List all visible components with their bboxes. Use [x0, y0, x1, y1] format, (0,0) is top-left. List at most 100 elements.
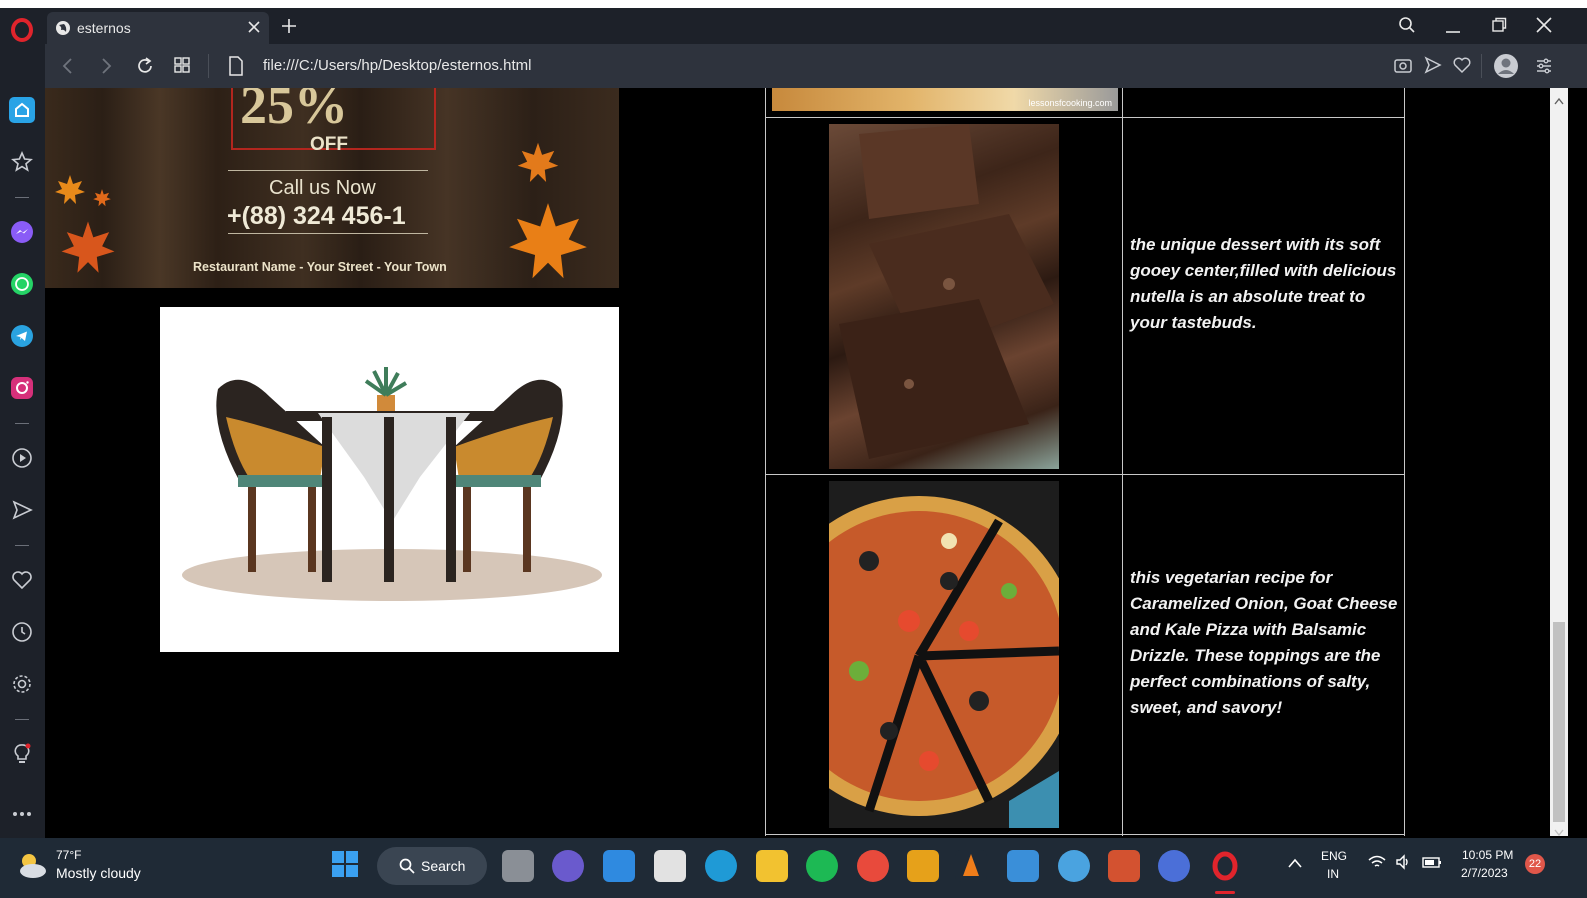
opera-taskbar-icon[interactable] [1209, 850, 1241, 882]
weather-description[interactable]: Mostly cloudy [56, 865, 141, 881]
maple-leaf-icon [515, 140, 561, 191]
profile-avatar-icon[interactable] [1493, 53, 1519, 84]
tab-title: esternos [77, 20, 131, 36]
messenger-icon[interactable] [8, 218, 36, 246]
brownie-description: the unique dessert with its soft gooey c… [1130, 235, 1397, 332]
promo-poster: 25% OFF Call us Now +(88) 324 456-1 Rest… [45, 88, 619, 288]
back-arrow-icon[interactable] [61, 57, 75, 80]
previous-food-image: lessonsfcooking.com [772, 88, 1118, 111]
opera-sidebar [0, 8, 45, 846]
heart-icon[interactable] [8, 566, 36, 594]
send-icon[interactable] [1424, 56, 1442, 79]
telegram-icon[interactable] [8, 322, 36, 350]
active-app-indicator [1215, 891, 1235, 894]
toolbar-divider [1481, 54, 1482, 78]
tab-grid-icon[interactable] [173, 56, 191, 79]
globe-icon [55, 20, 71, 41]
table-border [1404, 88, 1405, 836]
weather-cloud-icon[interactable] [14, 850, 48, 885]
bookmarks-star-icon[interactable] [8, 148, 36, 176]
page-viewport: 25% OFF Call us Now +(88) 324 456-1 Rest… [45, 88, 1550, 836]
file-explorer-icon[interactable] [756, 850, 788, 882]
more-dots-icon[interactable] [8, 800, 36, 828]
clock-date[interactable]: 2/7/2023 [1461, 866, 1508, 880]
brownie-image [829, 124, 1059, 469]
clock-time[interactable]: 10:05 PM [1462, 848, 1513, 862]
restore-window-icon[interactable] [1491, 17, 1507, 38]
dining-table-image [160, 307, 619, 652]
tab-bar: esternos [45, 8, 1587, 44]
minimize-icon[interactable] [1445, 16, 1461, 39]
whatsapp-icon[interactable] [8, 270, 36, 298]
maple-leaf-icon [57, 218, 119, 283]
scrollbar-thumb[interactable] [1553, 622, 1565, 822]
scroll-up-arrow-icon[interactable] [1554, 92, 1564, 110]
instagram-icon[interactable] [8, 374, 36, 402]
easy-setup-icon[interactable] [1535, 57, 1553, 80]
media-player-icon[interactable] [1158, 850, 1190, 882]
table-border [765, 88, 766, 836]
powerpoint-icon[interactable] [1108, 850, 1140, 882]
language-indicator[interactable]: ENG [1321, 849, 1347, 863]
teams-chat-icon[interactable] [552, 850, 584, 882]
task-view-icon[interactable] [502, 850, 534, 882]
tab-search-icon[interactable] [1398, 16, 1416, 39]
snapshot-camera-icon[interactable] [1393, 56, 1413, 79]
battery-icon[interactable] [1422, 854, 1442, 875]
mail-icon[interactable] [603, 850, 635, 882]
spotify-icon[interactable] [806, 850, 838, 882]
sidebar-divider [15, 423, 29, 424]
vlc-cone-icon[interactable] [955, 850, 987, 882]
file-page-icon [228, 56, 244, 81]
discount-text: 25% [240, 88, 348, 135]
notification-badge[interactable]: 22 [1525, 854, 1545, 874]
close-window-icon[interactable] [1536, 17, 1552, 38]
sidebar-divider [15, 545, 29, 546]
snipping-tool-icon[interactable] [654, 850, 686, 882]
sidebar-divider [15, 719, 29, 720]
sidebar-divider [15, 197, 29, 198]
home-icon[interactable] [8, 96, 36, 124]
image-watermark: lessonsfcooking.com [1028, 98, 1112, 108]
forward-arrow-icon[interactable] [99, 57, 113, 80]
top-edge [0, 0, 1587, 8]
taskbar-search-button[interactable]: Search [377, 847, 487, 885]
volume-icon[interactable] [1395, 854, 1411, 875]
new-tab-plus-icon[interactable] [281, 18, 297, 39]
windows-taskbar: 77°F Mostly cloudy Search ENG IN 10:05 P… [0, 838, 1587, 898]
search-icon [399, 858, 415, 879]
paint-app-icon[interactable] [1007, 850, 1039, 882]
poster-rule [228, 170, 428, 171]
weather-temperature[interactable]: 77°F [56, 848, 81, 862]
tab-esternos[interactable]: esternos [47, 12, 269, 44]
table-border [765, 474, 1405, 475]
search-label: Search [421, 858, 466, 874]
settings-gear-icon[interactable] [8, 670, 36, 698]
send-flow-icon[interactable] [8, 496, 36, 524]
lightbulb-icon[interactable] [8, 740, 36, 768]
table-border [765, 117, 1405, 118]
maple-leaf-icon [500, 198, 596, 291]
table-border [765, 834, 1405, 835]
address-bar-row: file:///C:/Users/hp/Desktop/esternos.htm… [45, 44, 1587, 88]
phone-number: +(88) 324 456-1 [227, 202, 406, 230]
windows-start-icon[interactable] [331, 850, 359, 883]
close-tab-icon[interactable] [247, 20, 261, 39]
history-clock-icon[interactable] [8, 618, 36, 646]
pizza-image [759, 481, 1079, 828]
poster-rule [228, 233, 428, 234]
opera-logo-icon[interactable] [8, 16, 36, 44]
off-text: OFF [310, 134, 348, 155]
url-field[interactable]: file:///C:/Users/hp/Desktop/esternos.htm… [263, 57, 531, 74]
chrome-icon[interactable] [857, 850, 889, 882]
show-hidden-icons-chevron-icon[interactable] [1287, 856, 1303, 874]
bookmark-heart-icon[interactable] [1453, 56, 1471, 79]
maple-leaf-icon [92, 188, 112, 213]
sublime-text-icon[interactable] [907, 850, 939, 882]
wifi-icon[interactable] [1368, 854, 1386, 875]
reload-icon[interactable] [135, 56, 155, 81]
language-region[interactable]: IN [1327, 867, 1339, 881]
player-icon[interactable] [8, 444, 36, 472]
edge-browser-icon[interactable] [705, 850, 737, 882]
photos-app-icon[interactable] [1058, 850, 1090, 882]
